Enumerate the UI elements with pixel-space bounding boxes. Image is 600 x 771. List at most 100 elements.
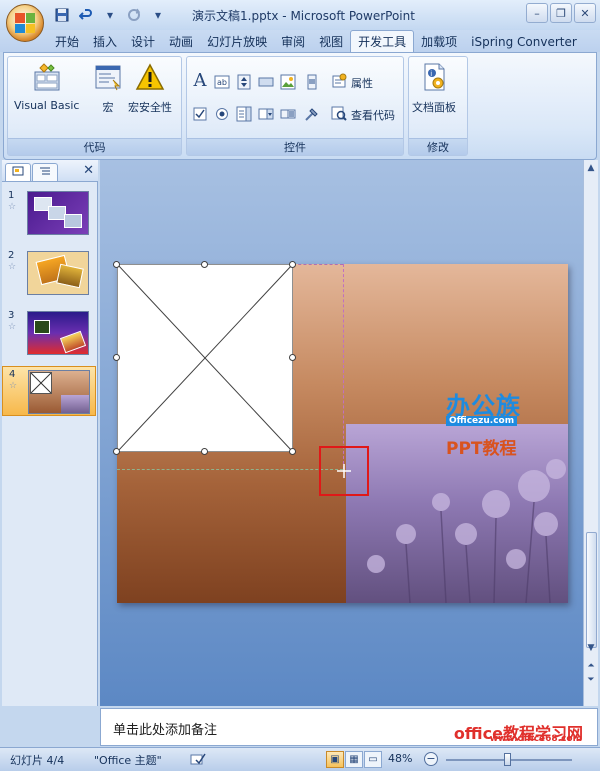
smart-guide-horizontal <box>117 469 343 470</box>
macro-security-button[interactable]: 宏安全性 <box>128 61 172 115</box>
zoom-level[interactable]: 48% <box>388 752 412 765</box>
tab-view[interactable]: 视图 <box>312 32 350 52</box>
image-control-icon[interactable] <box>279 73 297 91</box>
notes-placeholder: 单击此处添加备注 <box>113 723 218 738</box>
tab-ispring[interactable]: iSpring Converter <box>464 32 584 52</box>
outline-tab[interactable] <box>32 163 58 181</box>
save-icon[interactable] <box>52 6 72 24</box>
normal-view-button[interactable]: ▣ <box>326 751 344 768</box>
tab-developer[interactable]: 开发工具 <box>350 30 415 52</box>
spelling-check-icon[interactable] <box>190 752 206 769</box>
toggle-button-icon[interactable] <box>279 105 297 123</box>
scroll-up-icon[interactable]: ▲ <box>585 162 597 174</box>
resize-handle-w[interactable] <box>113 354 120 361</box>
scrollbar-control-icon[interactable] <box>303 73 321 91</box>
controls-group-label: 控件 <box>187 138 403 155</box>
previous-slide-icon[interactable]: ⏶ <box>585 660 597 672</box>
visual-basic-icon <box>31 61 63 93</box>
slideshow-view-button[interactable]: ▭ <box>364 751 382 768</box>
slides-tab-icon <box>12 166 24 179</box>
site-logo: 办公族 Officezu.com PPT教程 <box>446 386 536 466</box>
minimize-icon: – <box>534 6 540 20</box>
cursor-highlight <box>319 446 369 496</box>
office-button[interactable] <box>6 4 44 42</box>
combobox-control-icon[interactable] <box>257 105 275 123</box>
zoom-out-icon[interactable]: − <box>424 752 438 766</box>
redo-icon[interactable] <box>124 6 144 24</box>
more-controls-icon[interactable] <box>303 105 321 123</box>
tab-review[interactable]: 审阅 <box>274 32 312 52</box>
window-title: 演示文稿1.pptx - Microsoft PowerPoint <box>192 9 415 23</box>
close-icon: ✕ <box>580 6 590 20</box>
properties-icon <box>331 73 347 92</box>
tab-design[interactable]: 设计 <box>124 32 162 52</box>
undo-dropdown-icon[interactable]: ▾ <box>100 6 120 24</box>
tab-home[interactable]: 开始 <box>48 32 86 52</box>
slide-sorter-button[interactable]: ▦ <box>345 751 363 768</box>
ribbon-tabs: 开始 插入 设计 动画 幻灯片放映 审阅 视图 开发工具 加载项 iSpring… <box>48 30 584 52</box>
listbox-control-icon[interactable] <box>235 105 253 123</box>
label-control-icon[interactable]: A <box>191 70 209 91</box>
vertical-scrollbar[interactable]: ▲ ▼ ⏶ ⏷ <box>583 160 598 706</box>
tab-insert[interactable]: 插入 <box>86 32 124 52</box>
office-logo-icon <box>15 13 35 33</box>
restore-button[interactable]: ❐ <box>550 3 572 23</box>
smart-guide-top <box>293 264 343 265</box>
crosshair-cursor-icon <box>337 464 351 478</box>
resize-handle-sw[interactable] <box>113 448 120 455</box>
scrollbar-thumb[interactable] <box>586 532 597 648</box>
document-panel-button[interactable]: i 文档面板 <box>412 61 456 115</box>
command-button-icon[interactable] <box>257 73 275 91</box>
resize-handle-ne[interactable] <box>289 261 296 268</box>
option-button-icon[interactable] <box>213 105 231 123</box>
document-panel-label: 文档面板 <box>412 101 456 114</box>
view-code-label: 查看代码 <box>351 108 395 122</box>
view-code-icon <box>331 105 347 124</box>
animation-star-icon: ☆ <box>8 322 17 332</box>
tab-slideshow[interactable]: 幻灯片放映 <box>200 32 274 52</box>
slides-tab[interactable] <box>5 163 31 181</box>
slide-thumbnail-2[interactable]: 2 ☆ <box>2 248 96 298</box>
resize-handle-nw[interactable] <box>113 261 120 268</box>
close-button[interactable]: ✕ <box>574 3 596 23</box>
slide-thumbnail-3[interactable]: 3 ☆ <box>2 308 96 358</box>
slide-sorter-icon: ▦ <box>349 754 359 765</box>
animation-star-icon: ☆ <box>8 202 17 212</box>
resize-handle-s[interactable] <box>201 448 208 455</box>
code-group: Visual Basic 宏 宏安全性 代码 <box>7 56 182 156</box>
controls-group: A ab 属性 查看代码 控件 <box>186 56 404 156</box>
view-code-button[interactable]: 查看代码 <box>331 105 395 124</box>
slide-thumbnail-1[interactable]: 1 ☆ <box>2 188 96 238</box>
quick-access-toolbar: ▾ ▾ <box>52 6 168 24</box>
theme-name[interactable]: "Office 主题" <box>94 752 162 768</box>
customize-toolbar-icon[interactable]: ▾ <box>148 6 168 24</box>
tab-addins[interactable]: 加载项 <box>414 32 464 52</box>
resize-handle-se[interactable] <box>289 448 296 455</box>
resize-handle-e[interactable] <box>289 354 296 361</box>
slide-thumbnail-4[interactable]: 4 ☆ <box>2 366 96 416</box>
logo-subtitle: Officezu.com <box>446 416 518 426</box>
pane-close-icon[interactable]: ✕ <box>83 163 94 178</box>
svg-text:i: i <box>430 70 432 78</box>
zoom-slider-knob[interactable] <box>504 753 511 766</box>
visual-basic-button[interactable]: Visual Basic <box>14 61 79 112</box>
resize-handle-n[interactable] <box>201 261 208 268</box>
properties-button[interactable]: 属性 <box>331 73 373 92</box>
macro-button[interactable]: 宏 <box>92 61 124 115</box>
svg-text:ab: ab <box>217 78 227 87</box>
document-panel-icon: i <box>418 61 450 93</box>
picture-placeholder[interactable] <box>117 264 293 452</box>
checkbox-control-icon[interactable] <box>191 105 209 123</box>
textbox-control-icon[interactable]: ab <box>213 73 231 91</box>
code-group-label: 代码 <box>8 138 181 155</box>
modify-group: i 文档面板 修改 <box>408 56 468 156</box>
spin-button-icon[interactable] <box>235 73 253 91</box>
minimize-button[interactable]: – <box>526 3 548 23</box>
slide-2-preview <box>27 251 89 295</box>
scroll-down-icon[interactable]: ▼ <box>585 642 597 654</box>
placeholder-cross-icon <box>117 264 293 452</box>
next-slide-icon[interactable]: ⏷ <box>585 674 597 686</box>
undo-icon[interactable] <box>76 6 96 24</box>
tab-animations[interactable]: 动画 <box>162 32 200 52</box>
slide-number: 3 <box>8 310 15 321</box>
